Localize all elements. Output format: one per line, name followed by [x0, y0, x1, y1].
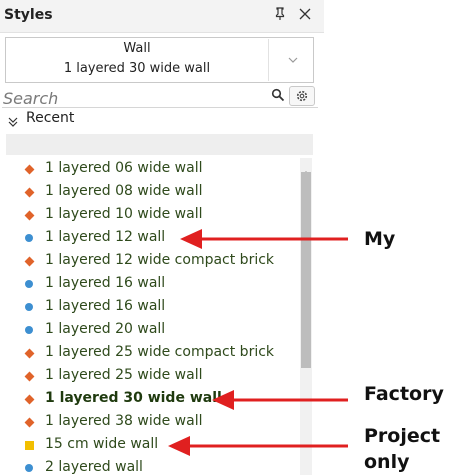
annotation-my: My [364, 228, 396, 250]
annotation-factory: Factory [364, 383, 444, 405]
arrow-my-head [180, 229, 202, 249]
annotation-project-only: Project only [364, 425, 441, 473]
arrow-project-head [168, 436, 190, 456]
arrow-factory-head [212, 390, 234, 410]
